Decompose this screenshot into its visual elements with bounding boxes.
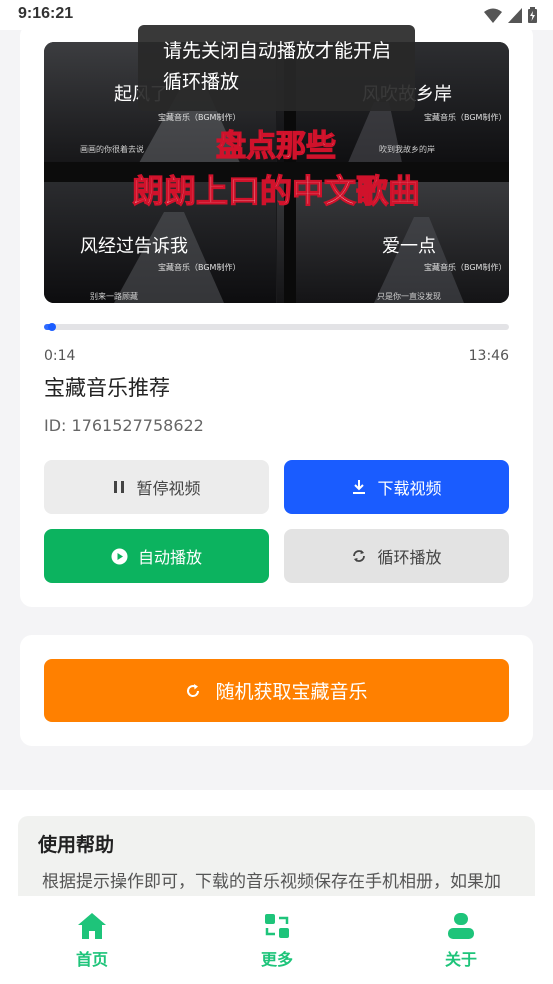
progress-bar[interactable] [44,323,509,331]
nav-more-label: 更多 [260,950,293,969]
wifi-icon [484,8,502,23]
nav-item-more[interactable]: 更多 [237,912,317,970]
loop-play-button[interactable]: 循环播放 [284,529,509,583]
pause-video-button[interactable]: 暂停视频 [44,460,269,514]
download-icon [353,480,366,494]
video-subline-tl: 画画的你很着去说 [80,144,144,154]
play-circle-icon [111,548,128,564]
status-time: 9:16:21 [18,5,74,22]
nav-home-label: 首页 [75,950,108,969]
video-title-line2: 朗朗上口的中文歌曲 [132,172,420,210]
total-time: 13:46 [468,348,509,364]
download-video-label: 下载视频 [377,479,442,498]
signal-icon [508,7,522,23]
status-icons [484,7,537,23]
battery-icon [528,7,537,23]
random-music-label: 随机获取宝藏音乐 [215,681,368,703]
pause-icon [114,481,125,493]
video-subline-bl: 别来一路顾藏 [90,291,138,301]
home-icon [78,913,106,939]
video-caption-bl: 宝藏音乐（BGM制作） [158,262,240,272]
nav-about-label: 关于 [444,950,477,969]
pause-video-label: 暂停视频 [136,479,201,498]
video-caption-tr: 宝藏音乐（BGM制作） [424,112,506,122]
nav-item-home[interactable]: 首页 [52,912,132,970]
player-card: 起风了 风吹故乡岸 宝藏音乐（BGM制作） 宝藏音乐（BGM制作） 画画的你很着… [20,24,533,607]
progress-knob[interactable] [47,323,56,331]
toast-message: 请先关闭自动播放才能开启循环播放 [138,25,415,111]
swap-icon [265,914,289,938]
autoplay-button[interactable]: 自动播放 [44,529,269,583]
user-icon [448,913,474,939]
help-title: 使用帮助 [38,834,115,856]
video-subline-tr: 吹到我故乡的岸 [379,144,435,154]
song-title: 宝藏音乐推荐 [44,376,170,400]
video-text-br: 爱一点 [382,236,436,257]
current-time: 0:14 [44,348,76,364]
loop-play-label: 循环播放 [377,548,442,567]
random-music-button[interactable]: 随机获取宝藏音乐 [44,659,509,722]
song-id: ID: 1761527758622 [44,416,204,435]
video-title-line1: 盘点那些 [216,129,336,164]
video-caption-br: 宝藏音乐（BGM制作） [424,262,506,272]
download-video-button[interactable]: 下载视频 [284,460,509,514]
random-card: 随机获取宝藏音乐 [20,635,533,746]
nav-item-about[interactable]: 关于 [421,912,501,970]
autoplay-label: 自动播放 [137,548,202,567]
refresh-icon [187,683,200,697]
video-text-bl: 风经过告诉我 [80,236,188,257]
video-subline-br: 只是你一直没发现 [377,291,441,301]
loop-icon [353,550,366,562]
bottom-nav: 首页 更多 关于 [0,896,553,984]
video-caption-tl: 宝藏音乐（BGM制作） [158,112,240,122]
